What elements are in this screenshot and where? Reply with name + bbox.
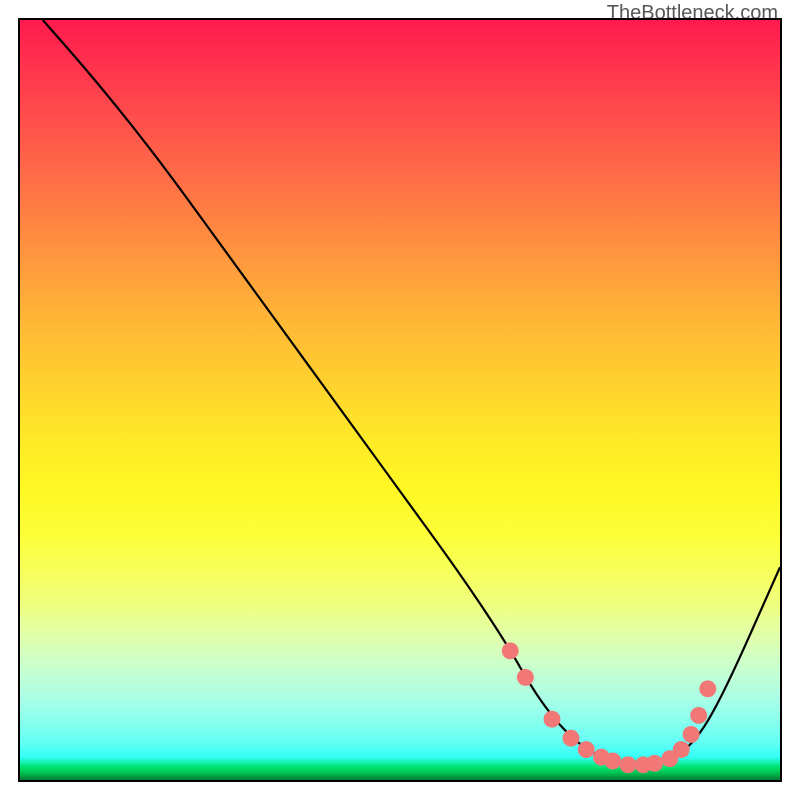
bead-point bbox=[544, 711, 561, 728]
chart-container: TheBottleneck.com bbox=[0, 0, 800, 800]
bead-point bbox=[683, 726, 700, 743]
bead-point bbox=[563, 730, 580, 747]
curve-line bbox=[43, 20, 780, 765]
chart-svg bbox=[20, 20, 780, 780]
bead-point bbox=[578, 741, 595, 758]
bead-group bbox=[502, 642, 717, 773]
plot-area bbox=[18, 18, 782, 782]
bead-point bbox=[646, 755, 663, 772]
bead-point bbox=[620, 756, 637, 773]
bead-point bbox=[699, 680, 716, 697]
bead-point bbox=[502, 642, 519, 659]
bead-point bbox=[517, 669, 534, 686]
bead-point bbox=[673, 741, 690, 758]
bead-point bbox=[604, 753, 621, 770]
bead-point bbox=[690, 707, 707, 724]
